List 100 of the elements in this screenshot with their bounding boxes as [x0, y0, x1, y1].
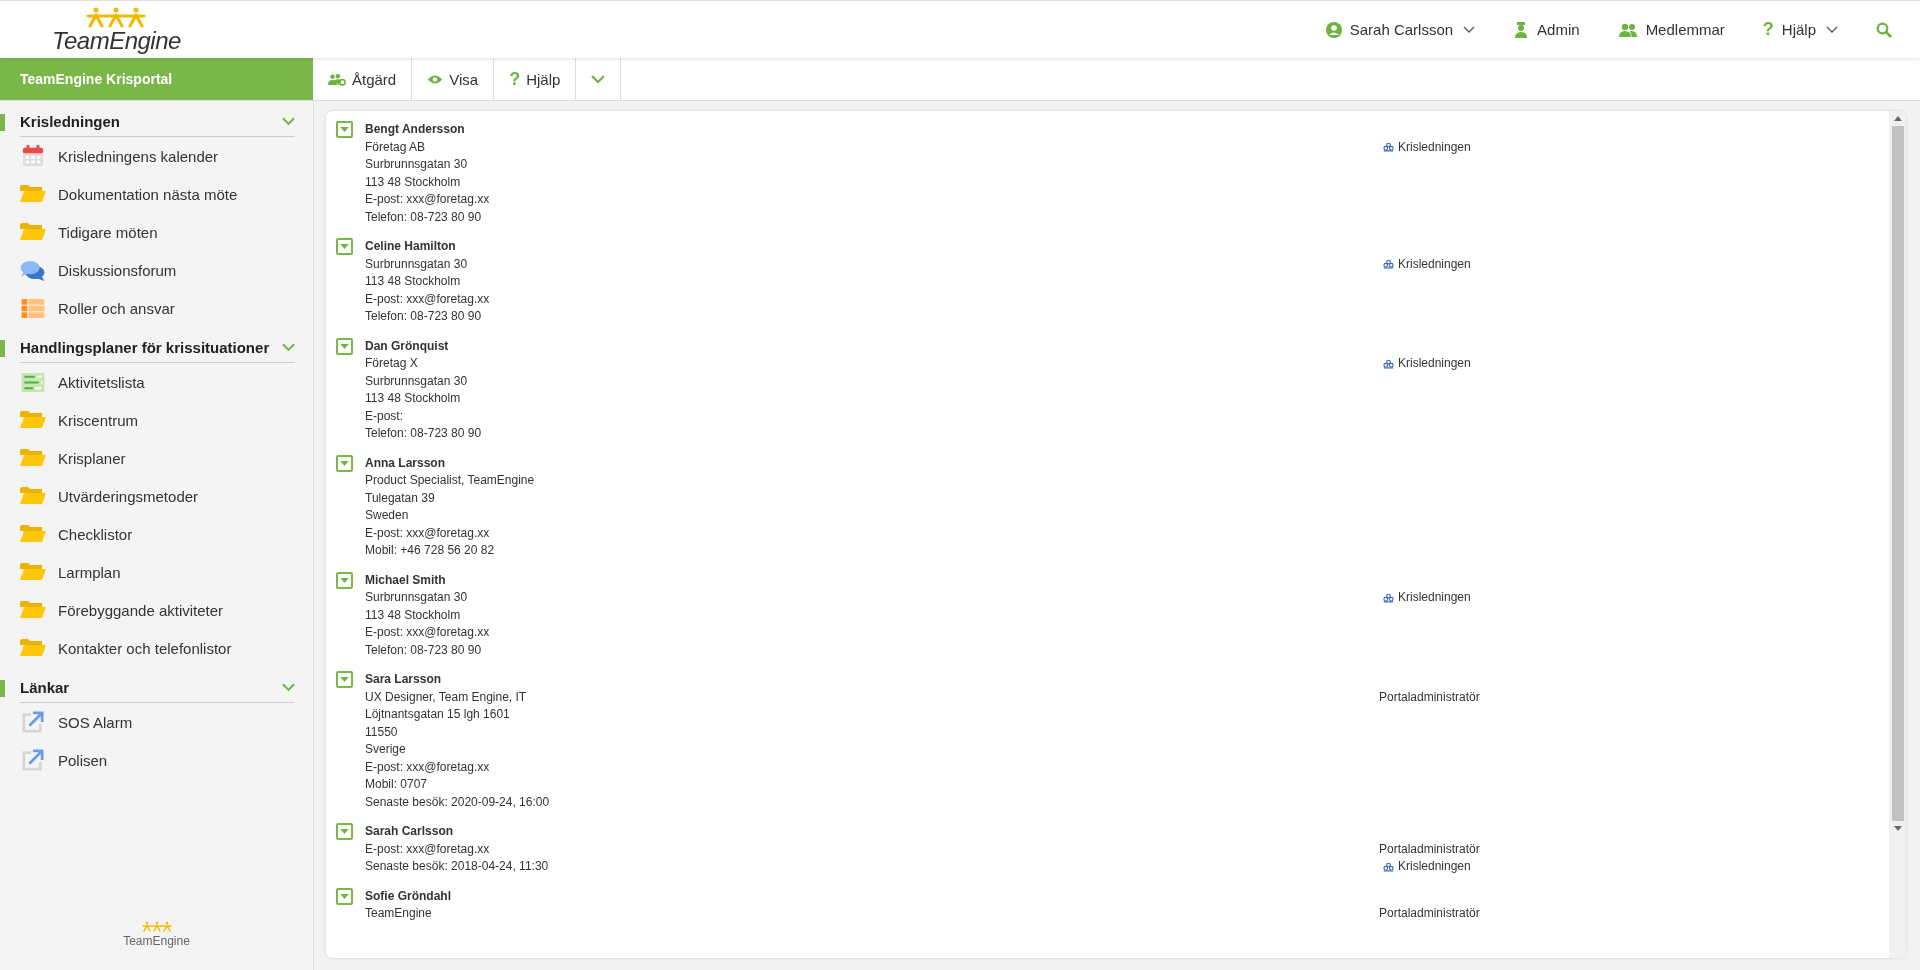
contact-detail: Product Specialist, TeamEngine [365, 472, 536, 489]
group-icon [1383, 358, 1394, 369]
contact-detail: Mobil: 0707 [365, 776, 429, 793]
contact-detail: Senaste besök: 2018-04-24, 11:30 [365, 858, 550, 875]
role-label: Krisledningen [1398, 589, 1471, 606]
calendar-icon [20, 145, 46, 167]
sidebar-item[interactable]: Utvärderingsmetoder [0, 477, 313, 515]
contact-name[interactable]: Sarah Carlsson [365, 823, 1379, 841]
contact-detail: Surbrunnsgatan 30 [365, 372, 469, 390]
nav-button[interactable]: ? Hjälp [1756, 15, 1844, 44]
external-link-icon [20, 711, 46, 733]
contact-detail: 113 48 Stockholm [365, 273, 462, 290]
group-icon [1383, 259, 1394, 270]
contact-detail: Tulegatan 39 [365, 489, 436, 507]
eye-icon [427, 73, 444, 85]
sidebar-item[interactable]: Checklistor [0, 515, 313, 553]
contact-name[interactable]: Sara Larsson [365, 671, 1379, 689]
triangle-down-icon [340, 460, 349, 466]
chevron-down-icon [591, 74, 606, 84]
expand-toggle[interactable] [336, 454, 353, 472]
contact-name[interactable]: Celine Hamilton [365, 238, 1379, 256]
contact-name[interactable]: Dan Grönquist [365, 337, 1379, 355]
nav-button[interactable]: Medlemmar [1611, 17, 1731, 42]
contact-name[interactable]: Bengt Andersson [365, 121, 1379, 139]
folder-icon [20, 525, 46, 543]
logo-text: TeamEngine [123, 934, 190, 948]
sidebar-item[interactable]: Roller och ansvar [0, 289, 313, 327]
contact-name[interactable]: Michael Smith [365, 571, 1379, 589]
contact-detail: E-post: xxx@foretag.xx [365, 758, 491, 776]
group-icon [1383, 142, 1394, 153]
group-icon [1383, 861, 1394, 872]
sidebar-item[interactable]: Tidigare möten [0, 213, 313, 251]
expand-toggle[interactable] [336, 823, 353, 840]
role-label: Portaladministratör [1379, 905, 1480, 922]
triangle-down-icon [340, 893, 349, 899]
external-link-icon [20, 749, 46, 771]
sidebar-item[interactable]: Krisplaner [0, 439, 313, 477]
contact-detail: Företag X [365, 355, 419, 372]
contact-detail: 113 48 Stockholm [365, 390, 462, 407]
table-icon [20, 298, 46, 318]
caret-icon [1463, 25, 1476, 34]
scroll-up-icon[interactable] [1893, 116, 1902, 121]
contact-detail: Företag AB [365, 138, 427, 156]
list-icon [20, 372, 46, 392]
people-gear-icon [328, 72, 346, 86]
sidebar-item[interactable]: Förebyggande aktiviteter [0, 591, 313, 629]
triangle-down-icon [340, 577, 349, 583]
folder-icon [20, 563, 46, 581]
logo-icon [141, 921, 172, 932]
sidebar-item[interactable]: Kriscentrum [0, 401, 313, 439]
contact-name[interactable]: Anna Larsson [365, 454, 1379, 472]
logo-text: TeamEngine [52, 27, 181, 54]
portal-title: TeamEngine Krisportal [0, 58, 313, 100]
nav-button[interactable]: Admin [1507, 17, 1586, 42]
expand-toggle[interactable] [336, 238, 353, 255]
contact-detail: Telefon: 08-723 80 90 [365, 641, 483, 659]
role-label: Krisledningen [1398, 355, 1471, 372]
sidebar-item[interactable]: Dokumentation nästa möte [0, 175, 313, 213]
contact-detail: Löjtnantsgatan 15 lgh 1601 [365, 706, 511, 723]
scrollbar[interactable] [1889, 111, 1906, 958]
expand-toggle[interactable] [336, 571, 353, 589]
sidebar-item[interactable]: Aktivitetslista [0, 363, 313, 401]
folder-icon [20, 411, 46, 429]
contact-detail: E-post: xxx@foretag.xx [365, 290, 491, 308]
contact-detail: E-post: xxx@foretag.xx [365, 524, 491, 542]
sidebar-item[interactable]: Polisen [0, 741, 313, 779]
sidebar-item[interactable]: SOS Alarm [0, 703, 313, 741]
role-label: Krisledningen [1398, 858, 1471, 875]
contact-detail: Sweden [365, 507, 410, 524]
contact-detail: Senaste besök: 2020-09-24, 16:00 [365, 793, 551, 811]
contact-detail: UX Designer, Team Engine, IT [365, 688, 528, 706]
contact-detail: 11550 [365, 723, 399, 741]
contact-detail: Surbrunnsgatan 30 [365, 589, 469, 606]
folder-icon [20, 449, 46, 467]
expand-toggle[interactable] [336, 121, 353, 138]
sidebar-item[interactable]: Krisledningens kalender [0, 137, 313, 175]
expand-toggle[interactable] [336, 887, 353, 905]
contact-detail: Telefon: 08-723 80 90 [365, 308, 483, 325]
sidebar-item[interactable]: Kontakter och telefonlistor [0, 629, 313, 667]
person-icon [1513, 21, 1530, 38]
contact-detail: 113 48 Stockholm [365, 606, 462, 624]
expand-toggle[interactable] [336, 337, 353, 355]
chat-bubbles-icon [20, 259, 46, 281]
sidebar-item[interactable]: Larmplan [0, 553, 313, 591]
role-label: Portaladministratör [1379, 840, 1480, 858]
group-icon [1383, 592, 1394, 603]
sidebar-item[interactable]: Diskussionsforum [0, 251, 313, 289]
contact-detail: E-post: xxx@foretag.xx [365, 191, 491, 208]
contact-detail: Telefon: 08-723 80 90 [365, 425, 483, 442]
scroll-down-icon[interactable] [1893, 825, 1902, 831]
role-label: Krisledningen [1398, 255, 1471, 273]
triangle-down-icon [340, 343, 349, 349]
contact-name[interactable]: Sofie Gröndahl [365, 887, 1379, 905]
contact-detail: Telefon: 08-723 80 90 [365, 208, 483, 226]
contact-detail: E-post: xxx@foretag.xx [365, 840, 491, 858]
search-icon [1876, 21, 1892, 38]
expand-toggle[interactable] [336, 671, 353, 688]
logo-icon [86, 5, 147, 28]
user-menu-button[interactable]: Sarah Carlsson [1319, 17, 1482, 42]
people-icon [1617, 21, 1638, 38]
